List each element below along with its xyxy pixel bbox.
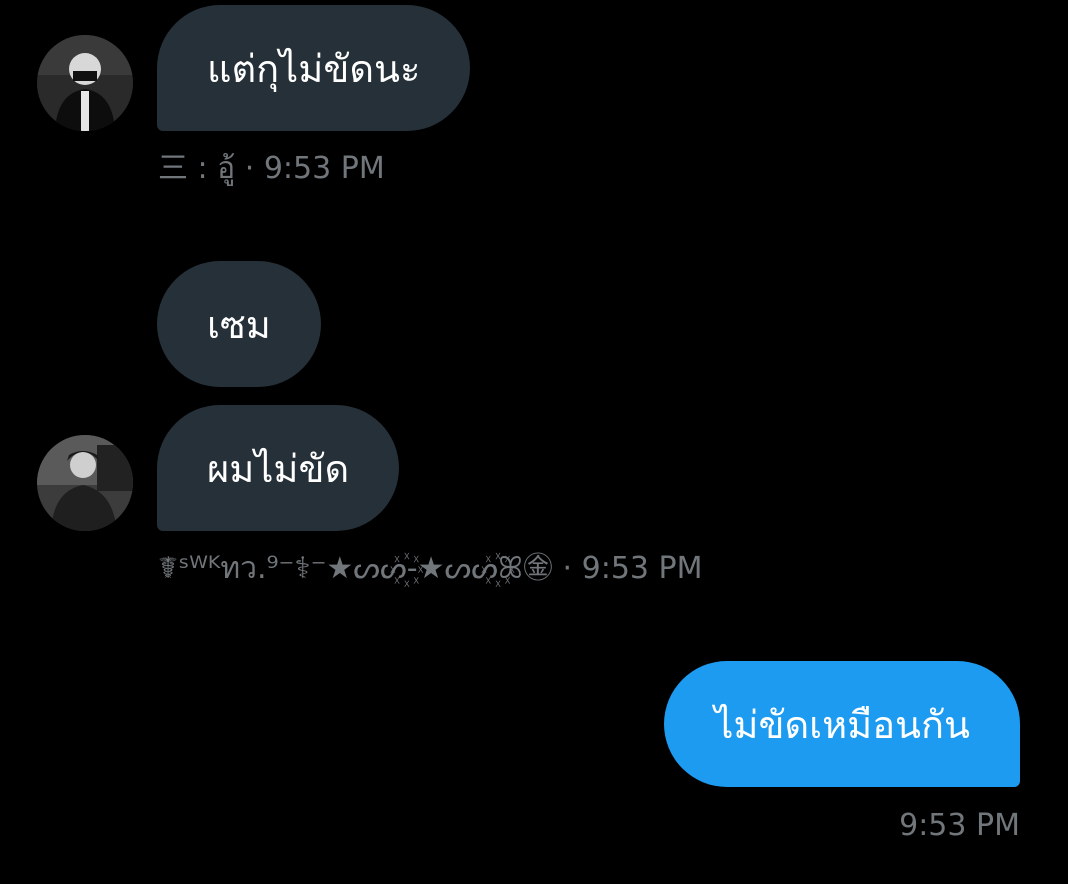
- message-text: ไม่ขัดเหมือนกัน: [714, 702, 970, 747]
- message-text: เซม: [207, 302, 271, 347]
- message-time: 9:53 PM: [263, 151, 385, 186]
- sender-name[interactable]: ☤ˢᵂᴷทว.⁹⁻⚕⁻★ᔕᔕ꙰-★ᔕᔕ꙰ꕤ㊎: [158, 551, 553, 586]
- message-time: 9:53 PM: [899, 808, 1020, 843]
- sender-name[interactable]: 三 : อู้: [158, 151, 235, 186]
- message-bubble[interactable]: เซม: [157, 261, 321, 387]
- message-bubble[interactable]: แต่กุไม่ขัดนะ: [157, 5, 471, 131]
- message-text: ผมไม่ขัด: [207, 446, 350, 491]
- message-time: 9:53 PM: [581, 551, 703, 586]
- avatar[interactable]: [37, 35, 133, 131]
- message-meta: 三 : อู้ · 9:53 PM: [158, 154, 385, 184]
- meta-separator: ·: [562, 551, 573, 586]
- message-meta: 9:53 PM: [899, 811, 1020, 841]
- message-text: แต่กุไม่ขัดนะ: [207, 46, 421, 91]
- avatar[interactable]: [37, 435, 133, 531]
- meta-separator: ·: [244, 151, 255, 186]
- message-bubble[interactable]: ผมไม่ขัด: [157, 405, 400, 531]
- message-bubble-outgoing[interactable]: ไม่ขัดเหมือนกัน: [664, 661, 1020, 787]
- message-meta: ☤ˢᵂᴷทว.⁹⁻⚕⁻★ᔕᔕ꙰-★ᔕᔕ꙰ꕤ㊎ · 9:53 PM: [158, 554, 703, 584]
